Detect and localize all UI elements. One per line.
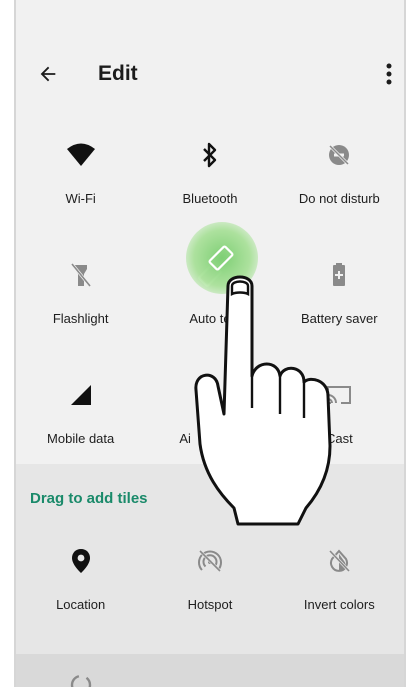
tile-label: Location — [56, 597, 106, 612]
top-app-bar: Edit — [16, 42, 404, 106]
do-not-disturb-icon — [324, 140, 354, 170]
location-icon — [66, 546, 96, 576]
tile-label: Wi-Fi — [65, 191, 96, 206]
tile-night-light[interactable] — [145, 654, 274, 687]
available-tiles-grid: Location Hotspot Invert colors — [16, 524, 404, 644]
more-vert-icon — [386, 63, 392, 85]
drag-to-add-label: Drag to add tiles — [30, 490, 148, 507]
tile-label: Flashlight — [52, 311, 109, 326]
tile-data-saver[interactable] — [16, 654, 145, 687]
tile-cast[interactable]: Cast — [275, 358, 404, 478]
cast-icon — [324, 380, 354, 410]
back-button[interactable] — [24, 50, 72, 98]
tile-label: Auto te — [189, 311, 231, 326]
available-tiles-row-partial — [16, 654, 404, 687]
tile-label: Mobile data — [47, 431, 115, 446]
battery-saver-icon — [324, 260, 354, 290]
invert-colors-icon — [324, 546, 354, 576]
night-light-icon — [195, 670, 225, 687]
tile-wifi[interactable]: Wi-Fi — [16, 118, 145, 238]
tile-mobile-data[interactable]: Mobile data — [16, 358, 145, 478]
tile-airplane-mode[interactable]: Ai — [145, 358, 274, 478]
tile-label: Ai — [179, 431, 191, 446]
tile-do-not-disturb[interactable]: Do not disturb — [275, 118, 404, 238]
tile-location[interactable]: Location — [16, 524, 145, 644]
wifi-icon — [66, 140, 96, 170]
tile-hotspot[interactable]: Hotspot — [145, 524, 274, 644]
tile-label: Do not disturb — [298, 191, 380, 206]
available-tiles-section: Drag to add tiles Location Hotspot Inver… — [16, 464, 404, 687]
tile-label: Bluetooth — [182, 191, 238, 206]
tile-label: Battery saver — [301, 311, 378, 326]
screen-frame: Edit Wi-Fi Bluetooth Do not disturb Flas… — [0, 0, 417, 687]
tile-label: Invert colors — [303, 597, 375, 612]
mobile-data-icon — [66, 380, 96, 410]
page-title: Edit — [98, 62, 138, 85]
auto-rotate-icon-overlay — [206, 243, 236, 273]
arrow-back-icon — [40, 66, 56, 82]
tile-bluetooth[interactable]: Bluetooth — [145, 118, 274, 238]
bluetooth-icon — [195, 140, 225, 170]
tile-invert-colors[interactable]: Invert colors — [275, 524, 404, 644]
data-saver-icon — [66, 670, 96, 687]
tile-battery-saver[interactable]: Battery saver — [275, 238, 404, 358]
hotspot-icon — [195, 546, 225, 576]
flashlight-icon — [66, 260, 96, 290]
airplane-mode-icon — [195, 380, 225, 410]
quick-settings-edit-screen: Edit Wi-Fi Bluetooth Do not disturb Flas… — [14, 0, 406, 687]
tile-empty — [275, 654, 404, 687]
tile-label: Cast — [325, 431, 353, 446]
more-options-button[interactable] — [376, 50, 402, 98]
tile-label: Hotspot — [187, 597, 233, 612]
current-tiles-grid: Wi-Fi Bluetooth Do not disturb Flashligh… — [16, 118, 404, 478]
tile-flashlight[interactable]: Flashlight — [16, 238, 145, 358]
